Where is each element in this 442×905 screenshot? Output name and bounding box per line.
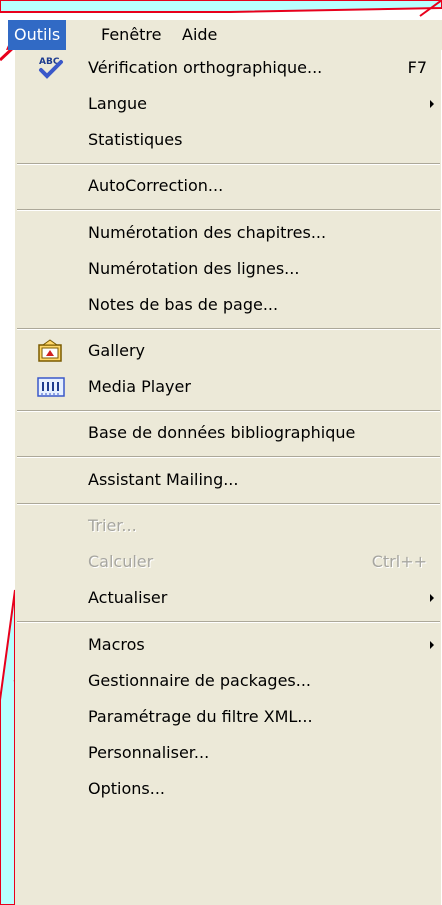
menu-item-xml-filter[interactable]: Paramétrage du filtre XML...: [15, 699, 442, 735]
menu-item-chapter-numbering[interactable]: Numérotation des chapitres...: [15, 215, 442, 251]
menu-separator: [17, 503, 440, 505]
menu-item-calculate: Calculer Ctrl++: [15, 544, 442, 580]
menu-item-label: Langue: [88, 94, 147, 113]
annotation-callout-top: [0, 0, 442, 13]
menu-separator: [17, 456, 440, 458]
menu-item-label: Options...: [88, 779, 165, 798]
annotation-callout-left: [0, 589, 16, 905]
menu-item-shortcut: F7: [407, 58, 427, 77]
menu-item-label: Gallery: [88, 341, 145, 360]
menu-item-media-player[interactable]: Media Player: [15, 369, 442, 405]
submenu-arrow-icon: [430, 641, 434, 649]
menu-outils[interactable]: Outils: [8, 20, 67, 50]
menu-item-spelling[interactable]: ABC Vérification orthographique... F7: [15, 50, 442, 86]
menu-item-packages[interactable]: Gestionnaire de packages...: [15, 663, 442, 699]
menu-fenetre[interactable]: Fenêtre: [95, 20, 168, 50]
menu-separator: [17, 328, 440, 330]
menu-item-statistics[interactable]: Statistiques: [15, 122, 442, 158]
menu-item-label: Assistant Mailing...: [88, 470, 239, 489]
menu-item-macros[interactable]: Macros: [15, 627, 442, 663]
menu-item-label: Notes de bas de page...: [88, 295, 279, 314]
menu-item-options[interactable]: Options...: [15, 771, 442, 807]
submenu-arrow-icon: [430, 594, 434, 602]
menu-item-label: Numérotation des chapitres...: [88, 223, 327, 242]
menu-item-footnotes[interactable]: Notes de bas de page...: [15, 287, 442, 323]
menu-item-label: Base de données bibliographique: [88, 423, 356, 442]
submenu-arrow-icon: [430, 100, 434, 108]
spellcheck-abc-icon: ABC: [39, 57, 63, 79]
menu-item-bibliography[interactable]: Base de données bibliographique: [15, 415, 442, 451]
gallery-icon: [38, 339, 62, 362]
menu-item-mailing[interactable]: Assistant Mailing...: [15, 462, 442, 498]
media-player-icon: [37, 377, 65, 397]
menu-item-label: Calculer: [88, 552, 154, 571]
menu-bar: Outils Fenêtre Aide: [8, 20, 442, 50]
menu-item-label: Personnaliser...: [88, 743, 210, 762]
menu-aide[interactable]: Aide: [176, 20, 223, 50]
menu-item-label: Trier...: [88, 516, 137, 535]
outils-dropdown-menu: ABC Vérification orthographique... F7 La…: [15, 50, 442, 905]
menu-item-gallery[interactable]: Gallery: [15, 333, 442, 369]
menu-item-shortcut: Ctrl++: [371, 552, 427, 571]
menu-item-label: Actualiser: [88, 588, 168, 607]
menu-item-label: Macros: [88, 635, 145, 654]
menu-item-label: Numérotation des lignes...: [88, 259, 300, 278]
menu-item-label: Media Player: [88, 377, 191, 396]
menu-item-label: Vérification orthographique...: [88, 58, 323, 77]
menu-separator: [17, 209, 440, 211]
menu-item-customize[interactable]: Personnaliser...: [15, 735, 442, 771]
menu-separator: [17, 410, 440, 412]
menu-item-autocorrection[interactable]: AutoCorrection...: [15, 168, 442, 204]
menu-separator: [17, 163, 440, 165]
menu-item-sort: Trier...: [15, 508, 442, 544]
menu-item-label: Paramétrage du filtre XML...: [88, 707, 313, 726]
menu-item-language[interactable]: Langue: [15, 86, 442, 122]
menu-item-line-numbering[interactable]: Numérotation des lignes...: [15, 251, 442, 287]
menu-item-update[interactable]: Actualiser: [15, 580, 442, 616]
menu-separator: [17, 621, 440, 623]
menu-item-label: Gestionnaire de packages...: [88, 671, 311, 690]
menu-item-label: AutoCorrection...: [88, 176, 224, 195]
menu-item-label: Statistiques: [88, 130, 183, 149]
